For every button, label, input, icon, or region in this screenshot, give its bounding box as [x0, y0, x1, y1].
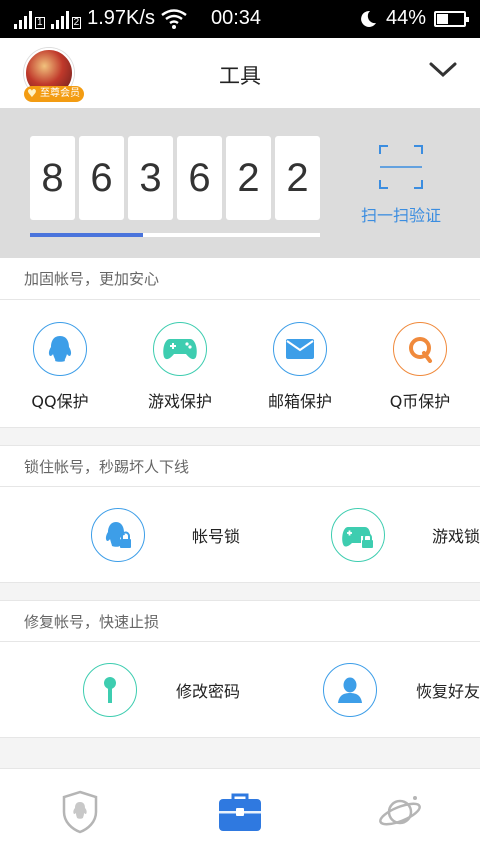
reinforce-panel: QQ保护 游戏保护 邮箱保护 Q币保护 — [0, 300, 480, 428]
token-progress — [30, 233, 320, 237]
scan-verify-label: 扫一扫验证 — [360, 206, 441, 225]
qcoin-protect-button[interactable]: Q币保护 — [360, 300, 480, 412]
repair-panel: 修改密码 恢复好友 — [0, 642, 480, 738]
q-coin-icon — [393, 322, 447, 376]
status-right: 44% — [358, 7, 469, 30]
account-lock-label: 帐号锁 — [191, 526, 240, 546]
battery-percent: 44% — [385, 7, 426, 29]
game-protect-label: 游戏保护 — [147, 392, 212, 411]
bottom-nav — [0, 768, 480, 854]
signal-sim2-icon: 2 — [50, 9, 82, 29]
toolbox-icon — [219, 793, 261, 831]
gamepad-icon — [153, 322, 207, 376]
game-lock-icon — [330, 507, 385, 562]
change-password-button[interactable]: 修改密码 — [0, 642, 240, 737]
app-header: 至尊会员 工具 — [0, 38, 480, 108]
restore-friends-label: 恢复好友 — [415, 681, 480, 701]
section-reinforce-title: 加固帐号，更加安心 — [0, 258, 480, 300]
mail-protect-label: 邮箱保护 — [267, 392, 332, 411]
token-digit: 6 — [79, 136, 124, 220]
token-digit: 2 — [226, 136, 271, 220]
account-lock-button[interactable]: 帐号锁 — [0, 487, 240, 582]
token-digit: 6 — [177, 136, 222, 220]
change-password-label: 修改密码 — [175, 681, 240, 701]
chevron-down-icon[interactable] — [428, 60, 458, 80]
mail-protect-button[interactable]: 邮箱保护 — [240, 300, 360, 412]
qq-penguin-icon — [33, 322, 87, 376]
page-title: 工具 — [219, 64, 261, 88]
section-repair-title: 修复帐号，快速止损 — [0, 600, 480, 642]
scan-icon — [379, 145, 423, 189]
game-protect-button[interactable]: 游戏保护 — [120, 300, 240, 412]
game-lock-button[interactable]: 游戏锁 — [240, 487, 480, 582]
mail-icon — [273, 322, 327, 376]
network-speed: 1.97K/s — [87, 7, 155, 29]
wifi-icon — [161, 8, 187, 29]
qq-protect-button[interactable]: QQ保护 — [0, 300, 120, 412]
signal-sim1-icon: 1 — [14, 9, 45, 29]
person-icon — [322, 662, 377, 717]
moon-icon — [361, 10, 376, 27]
qq-protect-label: QQ保护 — [31, 392, 89, 411]
section-lock-title: 锁住帐号，秒踢坏人下线 — [0, 445, 480, 487]
restore-friends-button[interactable]: 恢复好友 — [240, 642, 480, 737]
qcoin-protect-label: Q币保护 — [389, 392, 451, 411]
status-left: 1 2 1.97K/s — [14, 7, 187, 30]
token-digit: 8 — [30, 136, 75, 220]
key-icon — [82, 662, 137, 717]
token-panel: 8 6 3 6 2 2 扫一扫验证 — [0, 108, 480, 258]
token-digit: 3 — [128, 136, 173, 220]
status-bar: 1 2 1.97K/s 00:34 44% — [0, 0, 480, 38]
game-lock-label: 游戏锁 — [431, 526, 480, 546]
nav-security[interactable] — [40, 782, 120, 842]
nav-discover[interactable] — [360, 782, 440, 842]
battery-icon — [434, 10, 469, 27]
nav-tools[interactable] — [200, 782, 280, 842]
lock-panel: 帐号锁 游戏锁 — [0, 487, 480, 583]
scan-verify-button[interactable]: 扫一扫验证 — [346, 144, 456, 226]
account-lock-icon — [90, 507, 145, 562]
token-digits: 8 6 3 6 2 2 — [30, 136, 320, 220]
planet-icon — [379, 795, 421, 825]
shield-penguin-icon — [62, 790, 98, 833]
token-digit: 2 — [275, 136, 320, 220]
clock: 00:34 — [211, 7, 262, 29]
